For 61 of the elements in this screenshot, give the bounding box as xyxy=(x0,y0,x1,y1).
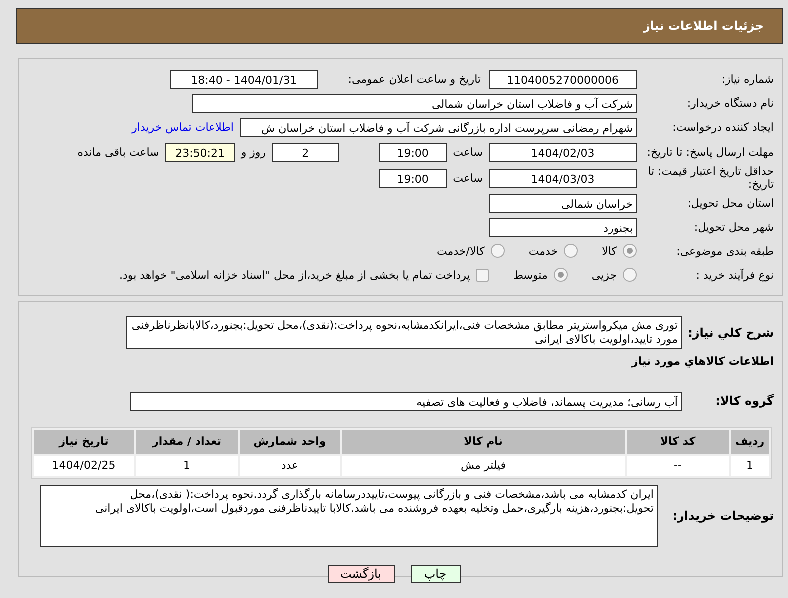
deadline-time-field[interactable]: 19:00 xyxy=(379,142,448,162)
field-label: حداقل تاریخ اعتبار قیمت: تا تاریخ: xyxy=(647,165,775,191)
page-title: جزئیات اطلاعات نیاز xyxy=(643,19,764,33)
days-label: روز و xyxy=(240,146,268,158)
radio-button[interactable] xyxy=(554,268,568,282)
days-field[interactable]: 2 xyxy=(272,142,340,162)
goods-group-field[interactable]: آب رسانی؛ مدیریت پسماند، فاضلاب و فعالیت های تصفیه xyxy=(130,392,682,410)
table-cell: 1404/02/25 xyxy=(34,456,134,476)
field-label: گروه کالا: xyxy=(714,394,775,408)
announce-date-field[interactable]: 1404/01/31 - 18:40 xyxy=(170,70,318,88)
radio-button[interactable] xyxy=(564,244,578,258)
deadline-date-field[interactable]: 1404/02/03 xyxy=(489,142,637,162)
column-header: واحد شمارش xyxy=(240,430,340,454)
column-header: ردیف xyxy=(731,430,769,454)
table-cell: -- xyxy=(627,456,729,476)
column-header: تعداد / مقدار xyxy=(136,430,238,454)
field-label: ایجاد کننده درخواست: xyxy=(672,120,775,134)
table-cell: فیلتر مش xyxy=(342,456,625,476)
field-label: طبقه بندی موضوعی: xyxy=(676,244,775,258)
field-label: شهر محل تحویل: xyxy=(693,220,775,234)
province-field[interactable]: خراسان شمالی xyxy=(489,194,637,212)
field-label: استان محل تحویل: xyxy=(686,196,775,210)
need-number-field[interactable]: 1104005270000006 xyxy=(489,70,637,88)
radio-label: متوسط xyxy=(513,268,548,282)
remaining-label: ساعت باقی مانده xyxy=(76,146,160,158)
checkbox[interactable] xyxy=(476,268,490,282)
remaining-time-field[interactable]: 23:50:21 xyxy=(165,142,236,162)
radio-button[interactable] xyxy=(623,244,637,258)
radio-label: خدمت xyxy=(528,244,558,258)
radio-label: کالا/خدمت xyxy=(437,244,485,258)
buyer-contact-link[interactable]: اطلاعات تماس خریدار xyxy=(132,120,234,134)
table-cell: عدد xyxy=(240,456,340,476)
radio-button[interactable] xyxy=(490,244,505,258)
buyer-field[interactable]: شرکت آب و فاضلاب استان خراسان شمالی xyxy=(192,94,637,112)
radio-label: جزیی xyxy=(592,268,617,282)
time-label: ساعت xyxy=(452,172,484,184)
radio-button[interactable] xyxy=(623,268,637,282)
field-label: نوع فرآیند خرید : xyxy=(695,268,775,282)
field-label: مهلت ارسال پاسخ: تا تاریخ: xyxy=(646,146,775,158)
column-header: تاریخ نیاز xyxy=(34,430,134,454)
buyer-notes-textarea[interactable]: ایران کدمشابه می باشد،مشخصات فنی و بازرگانی پیوست،تاییددرسامانه بارگذاری گردد.نحوه پرداخت:( نقدی)،محل تحویل:بجنورد،هزینه بارگیری،حمل وتخلیه بعهده فروشنده می باشد.کالابا تاییدناظرفنی موردقبول است،اولویت باکالای ایرانی xyxy=(40,485,658,547)
requester-field[interactable]: شهرام رمضانی سرپرست اداره بازرگانی شرکت آب و فاضلاب استان خراسان ش xyxy=(240,118,637,136)
table-cell: 1 xyxy=(731,456,769,476)
radio-label: کالا xyxy=(602,244,617,258)
section-heading: اطلاعات کالاهاي مورد نياز xyxy=(630,355,775,370)
field-label: شرح کلي نياز: xyxy=(687,326,775,340)
validity-time-field[interactable]: 19:00 xyxy=(379,168,448,188)
field-label: تاریخ و ساعت اعلان عمومی: xyxy=(347,72,482,86)
table-cell: 1 xyxy=(136,456,238,476)
column-header: کد کالا xyxy=(627,430,729,454)
back-button[interactable]: بازگشت xyxy=(328,565,394,583)
field-label: توضیحات خریدار: xyxy=(672,509,775,523)
field-label: شماره نیاز: xyxy=(720,72,775,86)
summary-textarea[interactable]: توری مش میکرواستریتر مطابق مشخصات فنی،ایرانکدمشابه،نحوه پرداخت:(نقدی)،محل تحویل:بجنورد،کالابانظرناظرفنی مورد تایید،اولویت باکالای ایرانی xyxy=(126,316,682,349)
column-header: نام کالا xyxy=(342,430,625,454)
validity-date-field[interactable]: 1404/03/03 xyxy=(489,168,637,188)
checkbox-label: پرداخت تمام یا بخشی از مبلغ خرید،از محل "اسناد خزانه اسلامی" خواهد بود. xyxy=(120,268,470,282)
time-label: ساعت xyxy=(452,146,484,158)
field-label: نام دستگاه خریدار: xyxy=(686,96,775,110)
print-button[interactable]: چاپ xyxy=(410,565,460,583)
city-field[interactable]: بجنورد xyxy=(489,218,637,236)
